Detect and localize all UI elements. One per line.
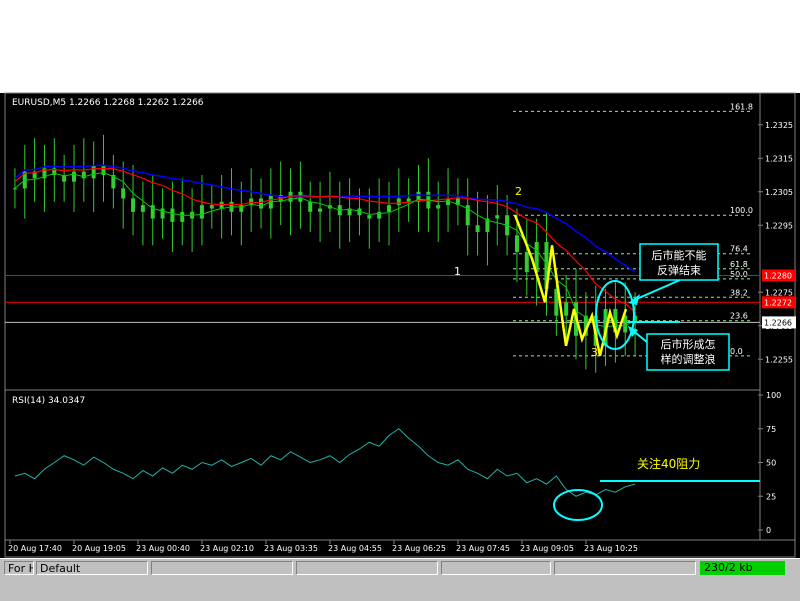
status-bar: For H Default 230/2 kb xyxy=(0,558,800,601)
candle-body xyxy=(91,164,96,179)
rsi-tick-label: 75 xyxy=(766,425,776,434)
time-tick-label: 23 Aug 07:45 xyxy=(456,544,510,553)
fib-level-label: 0.0 xyxy=(730,347,743,356)
candle-body xyxy=(318,208,323,212)
chart-header: EURUSD,M5 1.2266 1.2268 1.2262 1.2266 xyxy=(12,98,204,108)
highlight-ellipse-rsi xyxy=(553,489,603,521)
fib-level-label: 100.0 xyxy=(730,206,753,215)
price-tick-label: 1.2255 xyxy=(765,355,793,364)
candle-body xyxy=(386,205,391,212)
rsi-header: RSI(14) 34.0347 xyxy=(12,396,85,406)
candle-body xyxy=(475,225,480,232)
status-cell-empty-4 xyxy=(554,561,696,575)
candle-body xyxy=(71,171,76,182)
candle-body xyxy=(81,171,86,179)
status-for-help: For H xyxy=(4,561,34,575)
candle-body xyxy=(524,252,529,273)
time-axis: 20 Aug 17:40 20 Aug 19:05 23 Aug 00:40 23 A… xyxy=(8,540,638,553)
rsi-tick-label: 50 xyxy=(766,459,776,468)
callout-bottom-line2: 样的调整浪 xyxy=(661,352,716,366)
rsi-tick-label: 0 xyxy=(766,526,771,535)
status-cell-empty-1 xyxy=(151,561,293,575)
candle-body xyxy=(396,198,401,206)
rsi-series xyxy=(14,428,636,497)
candle-body xyxy=(308,201,313,212)
fib-level-label: 50.0 xyxy=(730,270,748,279)
time-tick-label: 23 Aug 09:05 xyxy=(520,544,574,553)
fib-level-label: 161.8 xyxy=(730,102,753,111)
time-tick-label: 23 Aug 06:25 xyxy=(392,544,446,553)
ma-green xyxy=(14,171,636,328)
candle-body xyxy=(199,205,204,219)
candle-body xyxy=(219,201,224,209)
candle-body xyxy=(180,211,185,222)
candle-body xyxy=(209,205,214,209)
price-tick-label: 1.2275 xyxy=(765,288,793,297)
wave-annotation xyxy=(513,214,628,357)
price-marker-label: 1.2272 xyxy=(764,298,792,307)
candle-body xyxy=(160,208,165,219)
candle-body xyxy=(495,215,500,219)
candle-body xyxy=(140,205,145,212)
candle-body xyxy=(12,188,17,190)
fib-level-label: 76.4 xyxy=(730,245,748,254)
candle-body xyxy=(564,302,569,316)
callout-bottom-line1: 后市形成怎 xyxy=(661,337,716,351)
time-tick-label: 23 Aug 02:10 xyxy=(200,544,254,553)
candle-body xyxy=(514,235,519,253)
fib-level-label: 38.2 xyxy=(730,288,748,297)
time-tick-label: 20 Aug 17:40 xyxy=(8,544,62,553)
price-tick-label: 1.2315 xyxy=(765,154,793,163)
candle-body xyxy=(131,198,136,212)
time-tick-label: 23 Aug 03:35 xyxy=(264,544,318,553)
candle-body xyxy=(367,215,372,219)
current-price-label: 1.2266 xyxy=(764,318,792,327)
time-tick-label: 23 Aug 04:55 xyxy=(328,544,382,553)
wave-label-1: 1 xyxy=(454,265,461,278)
time-tick-label: 20 Aug 19:05 xyxy=(72,544,126,553)
status-cell-empty-3 xyxy=(441,561,551,575)
callout-arrow-top xyxy=(631,279,681,302)
rsi-tick-label: 25 xyxy=(766,492,776,501)
ma-blue xyxy=(14,164,636,273)
rsi-note: 关注40阻力 xyxy=(637,456,700,471)
connection-status: 230/2 kb xyxy=(700,561,785,575)
price-marker-label: 1.2280 xyxy=(764,272,792,281)
status-profile[interactable]: Default xyxy=(36,561,148,575)
price-axis: 1.23251.23151.23051.22951.22751.22651.22… xyxy=(758,121,796,364)
candle-body xyxy=(259,198,264,209)
candle-body xyxy=(170,208,175,222)
rsi-line xyxy=(14,428,636,497)
fib-level-label: 23.6 xyxy=(730,312,748,321)
rsi-tick-label: 100 xyxy=(766,391,781,400)
yellow-wave-line xyxy=(513,214,628,357)
time-tick-label: 23 Aug 10:25 xyxy=(584,544,638,553)
candle-body xyxy=(436,205,441,209)
time-tick-label: 23 Aug 00:40 xyxy=(136,544,190,553)
price-tick-label: 1.2325 xyxy=(765,121,793,130)
horizontal-lines xyxy=(5,275,760,323)
fib-level-label: 61.8 xyxy=(730,260,748,269)
wave-label-2: 2 xyxy=(515,185,522,198)
callout-bottom: 后市形成怎 样的调整浪 xyxy=(646,333,730,371)
price-tick-label: 1.2305 xyxy=(765,188,793,197)
candle-body xyxy=(377,211,382,219)
status-cell-empty-2 xyxy=(296,561,438,575)
callout-top-line1: 后市能不能 xyxy=(652,248,707,262)
candle-body xyxy=(121,188,126,199)
callout-top: 后市能不能 反弹结束 xyxy=(639,243,719,281)
price-tick-label: 1.2295 xyxy=(765,221,793,230)
chart-canvas[interactable]: EURUSD,M5 1.2266 1.2268 1.2262 1.2266 RS… xyxy=(0,0,800,600)
callout-top-line2: 反弹结束 xyxy=(657,263,701,277)
rsi-axis: 100 75 50 25 0 xyxy=(758,391,781,535)
wave-label-3: 3 xyxy=(591,346,598,359)
